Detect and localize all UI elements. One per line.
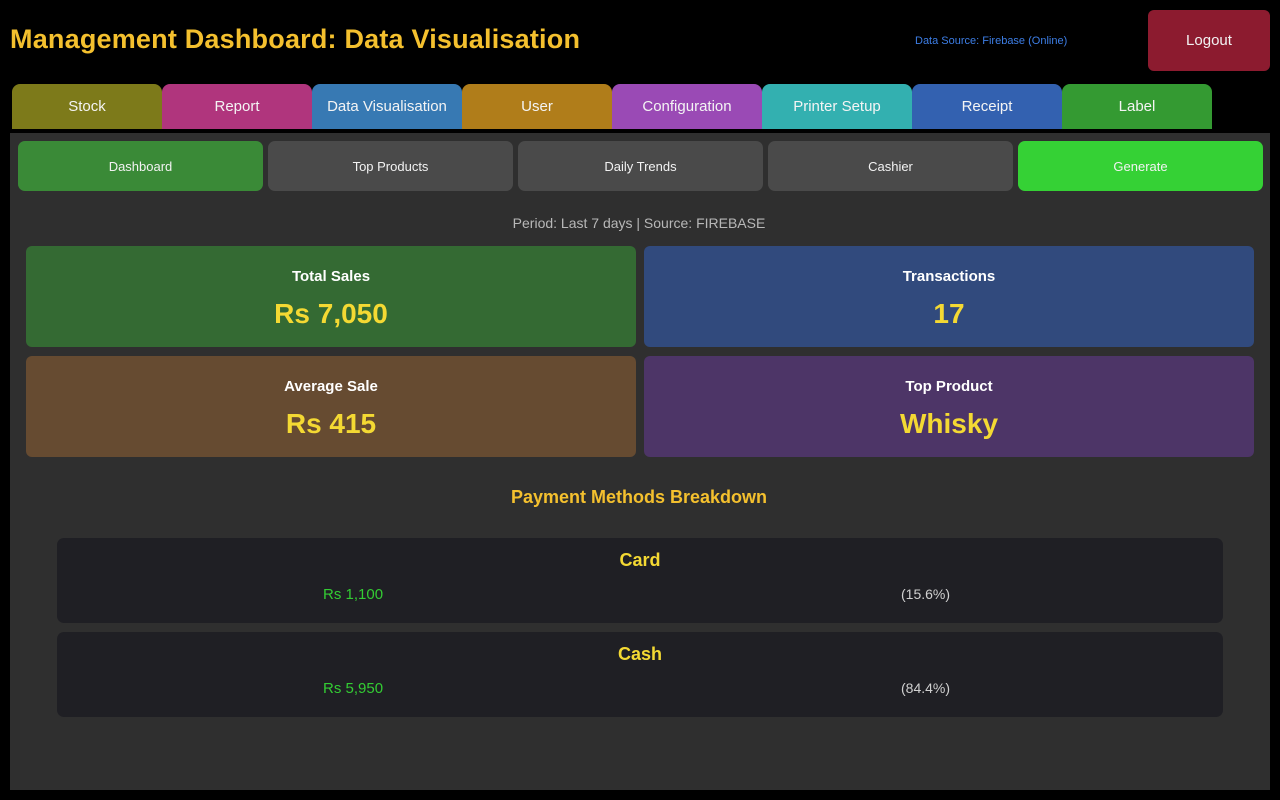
transactions-card: Transactions 17 (644, 246, 1254, 347)
app-window: Management Dashboard: Data Visualisation… (0, 0, 1280, 800)
top-product-label: Top Product (905, 378, 993, 395)
sub-navigation: Dashboard Top Products Daily Trends Cash… (18, 141, 1263, 191)
payment-method-name: Cash (617, 644, 662, 664)
period-info: Period: Last 7 days | Source: FIREBASE (512, 215, 766, 231)
payment-row-cash: Cash Rs 5,950 (84.4%) (57, 632, 1223, 717)
tab-user[interactable]: User (462, 84, 612, 129)
total-sales-label: Total Sales (291, 268, 371, 285)
top-product-value: Whisky (899, 408, 999, 439)
payment-row-card: Card Rs 1,100 (15.6%) (57, 538, 1223, 623)
data-source-status: Data Source: Firebase (Online) (915, 35, 1068, 47)
content-panel: Dashboard Top Products Daily Trends Cash… (10, 133, 1270, 790)
tab-data-visualisation[interactable]: Data Visualisation (312, 84, 462, 129)
transactions-label: Transactions (902, 268, 996, 285)
tab-configuration[interactable]: Configuration (612, 84, 762, 129)
daily-trends-button[interactable]: Daily Trends (518, 141, 763, 191)
payment-method-name: Card (619, 550, 661, 570)
main-tabs: Stock Report Data Visualisation User Con… (12, 84, 1212, 129)
average-sale-card: Average Sale Rs 415 (26, 356, 636, 457)
payment-amount: Rs 1,100 (323, 586, 384, 603)
generate-button[interactable]: Generate (1018, 141, 1263, 191)
page-title: Management Dashboard: Data Visualisation (10, 24, 581, 54)
payment-percentage: (84.4%) (901, 680, 951, 696)
payment-amount: Rs 5,950 (323, 680, 384, 697)
average-sale-value: Rs 415 (285, 408, 377, 439)
dashboard-button[interactable]: Dashboard (18, 141, 263, 191)
payment-percentage: (15.6%) (901, 586, 951, 602)
tab-receipt[interactable]: Receipt (912, 84, 1062, 129)
top-product-card: Top Product Whisky (644, 356, 1254, 457)
tab-report[interactable]: Report (162, 84, 312, 129)
tab-stock[interactable]: Stock (12, 84, 162, 129)
average-sale-label: Average Sale (284, 378, 378, 395)
logout-button[interactable]: Logout (1148, 10, 1270, 71)
tab-label[interactable]: Label (1062, 84, 1212, 129)
top-products-button[interactable]: Top Products (268, 141, 513, 191)
payment-methods-title: Payment Methods Breakdown (510, 487, 768, 507)
total-sales-value: Rs 7,050 (274, 298, 388, 329)
total-sales-card: Total Sales Rs 7,050 (26, 246, 636, 347)
cashier-button[interactable]: Cashier (768, 141, 1013, 191)
transactions-value: 17 (933, 298, 965, 329)
tab-printer-setup[interactable]: Printer Setup (762, 84, 912, 129)
